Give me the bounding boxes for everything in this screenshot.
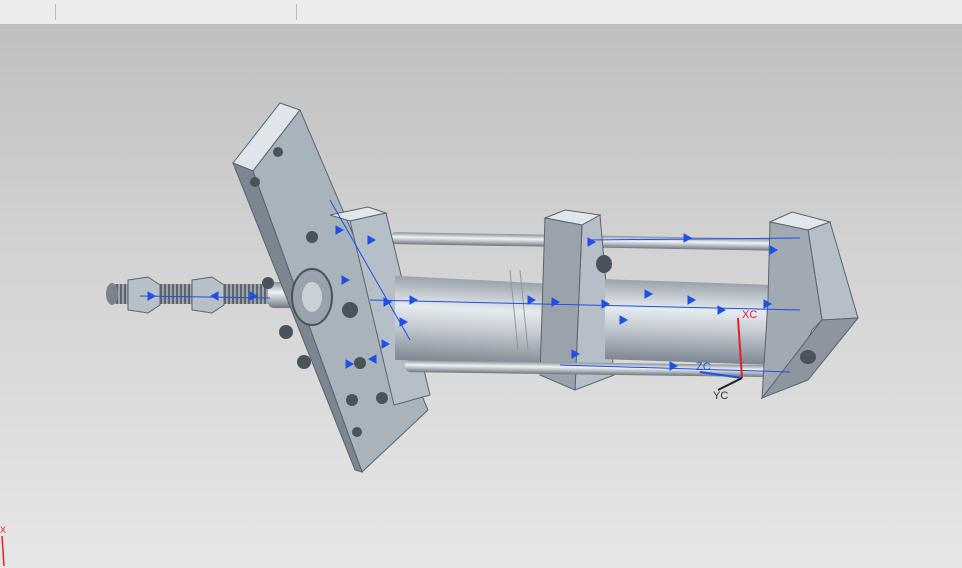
wcs-xc-label: XC [742,309,758,321]
rear-end-cap [760,211,860,400]
document-tab-bar [0,0,962,25]
tab-divider [55,4,56,20]
wcs-zc-label: ZC [696,361,711,373]
wcs-yc-label: YC [713,390,729,402]
absolute-x-label: X [0,525,7,535]
tab-divider [296,4,297,20]
absolute-csys-icon [1,535,5,567]
cylinder-model [1,102,860,567]
graphics-viewport[interactable]: XC ZC YC X [0,25,962,568]
